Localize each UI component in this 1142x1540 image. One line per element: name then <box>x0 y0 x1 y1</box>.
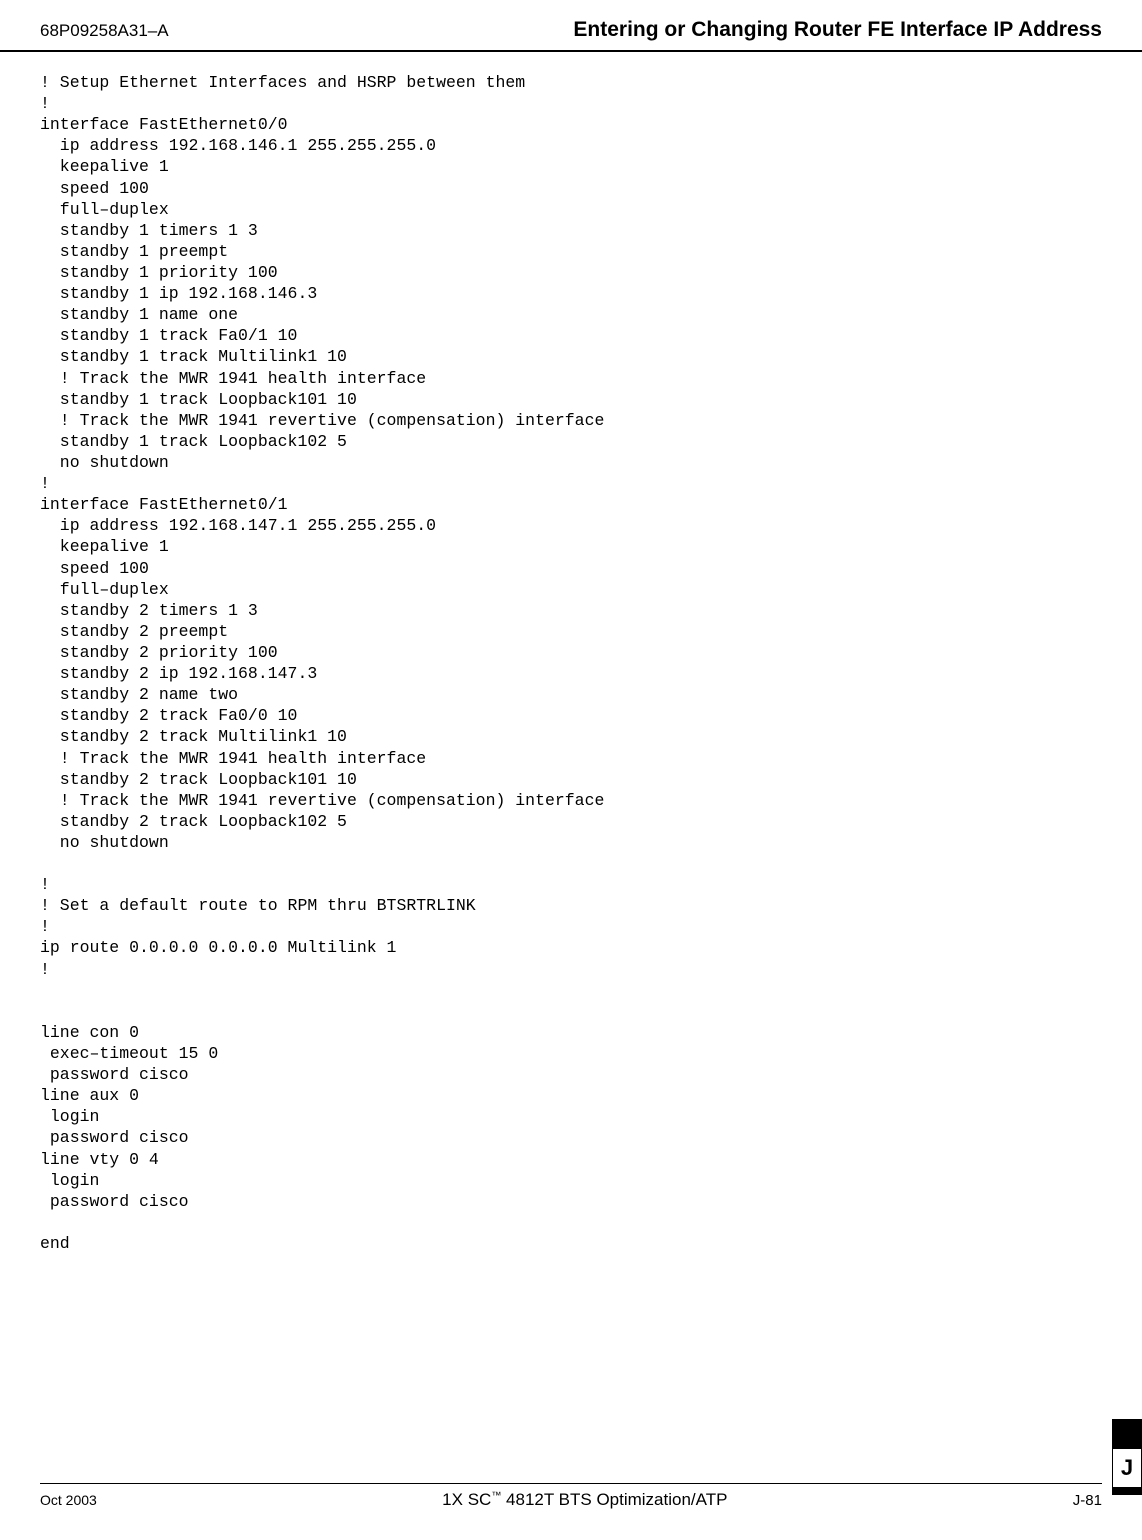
side-tab-letter: J <box>1112 1449 1142 1487</box>
side-tab-marker-top <box>1112 1419 1142 1449</box>
page-header: 68P09258A31–A Entering or Changing Route… <box>0 0 1142 52</box>
document-number: 68P09258A31–A <box>40 21 169 41</box>
footer-title: 1X SC™ 4812T BTS Optimization/ATP <box>442 1490 727 1510</box>
footer-date: Oct 2003 <box>40 1492 97 1508</box>
page-number: J-81 <box>1073 1492 1102 1509</box>
trademark-symbol: ™ <box>491 1490 501 1501</box>
page-title: Entering or Changing Router FE Interface… <box>573 18 1102 42</box>
configuration-code: ! Setup Ethernet Interfaces and HSRP bet… <box>0 52 1142 1254</box>
footer-content: Oct 2003 1X SC™ 4812T BTS Optimization/A… <box>40 1490 1102 1510</box>
page-footer: Oct 2003 1X SC™ 4812T BTS Optimization/A… <box>0 1483 1142 1510</box>
footer-center-suffix: 4812T BTS Optimization/ATP <box>501 1490 727 1509</box>
footer-divider <box>40 1483 1102 1484</box>
footer-center-prefix: 1X SC <box>442 1490 491 1509</box>
